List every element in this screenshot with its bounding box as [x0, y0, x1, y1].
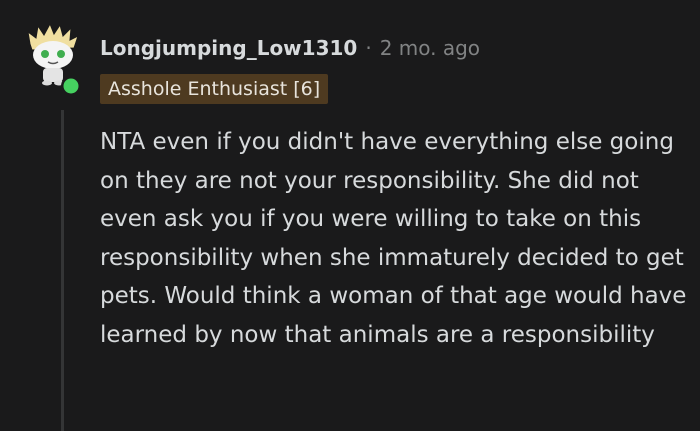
meta-separator: · — [365, 36, 372, 60]
comment-header: Longjumping_Low1310 · 2 mo. ago — [100, 33, 480, 63]
comment: Longjumping_Low1310 · 2 mo. ago Asshole … — [0, 0, 700, 431]
snoo-avatar-icon — [27, 22, 81, 96]
online-dot-icon — [63, 78, 79, 94]
comment-text: NTA even if you didn't have everything e… — [100, 129, 687, 348]
username-link[interactable]: Longjumping_Low1310 — [100, 36, 357, 60]
timestamp-link[interactable]: 2 mo. ago — [380, 36, 480, 60]
comment-body: NTA even if you didn't have everything e… — [100, 123, 690, 354]
user-avatar[interactable] — [24, 22, 82, 98]
thread-line[interactable] — [61, 110, 64, 431]
user-flair: Asshole Enthusiast [6] — [100, 74, 329, 104]
